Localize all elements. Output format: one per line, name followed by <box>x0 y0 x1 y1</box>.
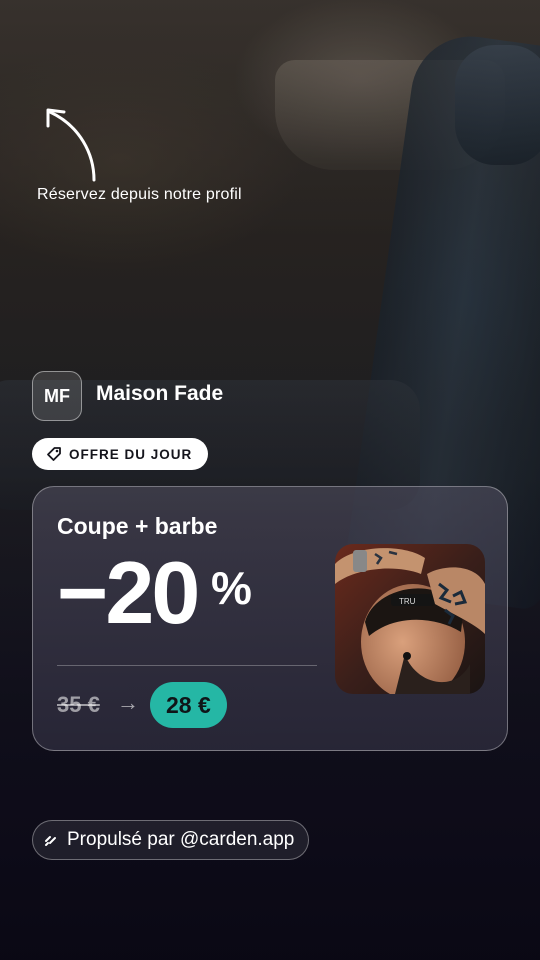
arrow-right-icon: → <box>117 690 139 715</box>
curved-arrow-up-icon <box>46 108 96 182</box>
new-price-badge: 28 € <box>150 682 227 728</box>
story-screen: Réservez depuis notre profil MF Maison F… <box>0 0 540 960</box>
old-price: 35 € <box>57 692 100 717</box>
booking-hint-text: Réservez depuis notre profil <box>37 186 242 203</box>
offer-of-the-day-badge: OFFRE DU JOUR <box>32 438 209 470</box>
discount-value: −20 <box>57 543 200 642</box>
offer-badge-label: OFFRE DU JOUR <box>69 446 193 462</box>
service-title: Coupe + barbe <box>57 513 218 539</box>
card-divider <box>57 665 317 666</box>
brand-monogram: MF <box>32 371 82 421</box>
powered-by-link[interactable]: Propulsé par @carden.app <box>32 820 310 860</box>
svg-text:TRU: TRU <box>399 597 416 606</box>
barber-photo-illustration: TRU <box>335 544 485 694</box>
tag-icon <box>47 447 61 461</box>
brand-name: Maison Fade <box>96 382 224 405</box>
offer-card[interactable]: Coupe + barbe −20 % 35 € → 28 € TRU <box>32 486 508 751</box>
brand-initials: MF <box>44 385 70 406</box>
powered-by-text: Propulsé par @carden.app <box>67 829 295 850</box>
spark-icon <box>45 836 56 846</box>
barber-photo: TRU <box>335 544 485 694</box>
discount-percent-sign: % <box>211 562 252 614</box>
